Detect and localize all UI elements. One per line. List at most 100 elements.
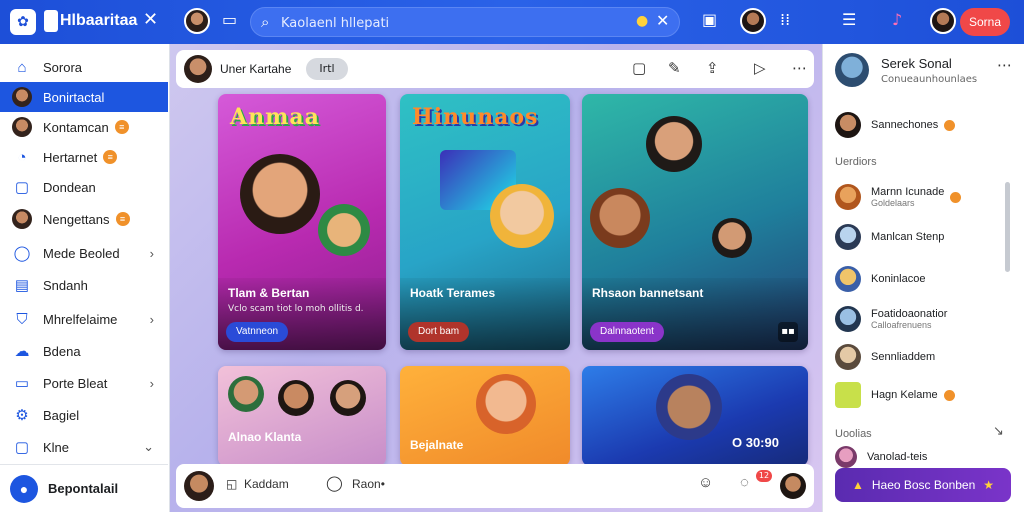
emoji-icon[interactable]: ☺ [698,474,713,491]
share-icon[interactable]: ⇪ [706,59,719,77]
card-action-button[interactable]: Dalnnaotent [590,322,664,342]
sidebar-item[interactable]: ⚙ Bagiel [0,400,168,430]
search-input[interactable] [281,12,621,34]
sidebar-item-label: Bagiel [43,407,80,423]
square-icon[interactable]: ▢ [632,59,646,77]
search-bar[interactable]: ⌕ ● ✕ [250,7,680,37]
card-timer: O 30:90 [732,435,779,450]
notification-badge: ≡ [115,212,130,226]
avatar [835,306,861,332]
composer-item[interactable]: Kaddam [244,477,289,491]
contact-item[interactable]: Vanolad-teis [835,446,1015,468]
sidebar-item-label: Nengettans [43,211,110,227]
sidebar-item[interactable]: ▢ Klne ⌄ [0,432,168,462]
character-illustration [240,154,320,234]
content-card[interactable]: O 30:90 [582,366,808,466]
avatar [12,209,32,229]
contact-item[interactable]: Foatidoaonatior Calloafrenuens [835,304,1015,334]
sidebar-item[interactable]: ▤ Sndanh [0,270,168,300]
sidebar-item[interactable]: ⛉ Mhrelfelaime › [0,304,168,334]
section-heading: Uerdiors [835,156,877,168]
sidebar-item[interactable]: Nengettans ≡ [0,204,168,234]
avatar[interactable] [780,473,806,499]
notification-badge: ≡ [103,150,118,164]
promo-button[interactable]: ▲ Haeo Bosc Bonben ★ [835,468,1011,502]
content-card[interactable]: Bejalnate [400,366,570,466]
menu-icon[interactable]: ☰ [842,10,856,29]
character-illustration [712,218,752,258]
avatar [835,53,869,87]
notification-icon[interactable]: ◌ [740,474,749,491]
sidebar-footer[interactable]: ● Bepontalail [0,464,168,512]
composer-item[interactable]: Raon• [352,477,385,491]
contact-item[interactable]: Manlcan Stenp [835,222,1015,252]
sidebar-item-label: Sndanh [43,277,88,293]
profile-header[interactable]: Serek Sonal Conueaunhounlaes ⋯ [829,50,1017,92]
collapse-icon[interactable]: ↘ [993,424,1004,439]
sidebar-item[interactable]: ☁ Bdena [0,336,168,366]
sidebar-item-label: Porte Bleat [43,375,108,391]
image-icon[interactable]: ▣ [702,10,717,29]
content-card[interactable]: Alnao Klanta [218,366,386,466]
main-feed: Uner Kartahe Irtl ▢ ✎ ⇪ ▷ ⋯ Anmaa Tlam &… [170,44,822,512]
card-action-button[interactable]: Dort bam [408,322,470,342]
sidebar-item[interactable]: ▭ Porte Bleat › [0,368,168,398]
account-avatar[interactable] [930,8,956,34]
card-subtitle: Vclo scam tiot lo moh ollitis d. [228,304,364,314]
avatar [835,112,861,138]
close-icon[interactable]: ✕ [143,9,158,30]
sidebar-item[interactable]: ▢ Dondean [0,172,168,202]
post-chip[interactable]: Irtl [306,58,348,80]
clear-icon[interactable]: ✕ [656,11,669,30]
bell-icon: ▲ [851,478,864,492]
primary-action-button[interactable]: Sorna [960,8,1010,36]
sidebar-item[interactable]: ◯ Mede Beoled › [0,238,168,268]
music-icon[interactable]: ♪ [892,10,902,29]
scrollbar[interactable] [1005,182,1010,272]
avatar [12,87,32,107]
contact-item[interactable]: Marnn Icunade Goldelaars [835,182,1015,212]
sidebar-item-active[interactable]: Bonirtactal [0,82,168,112]
more-icon[interactable]: ⋯ [997,56,1012,74]
chat-icon[interactable]: ◯ [326,474,343,492]
notification-badge: 12 [756,470,772,482]
edit-icon[interactable]: ✎ [668,59,681,77]
app-logo-icon[interactable]: ✿ [10,9,36,35]
sidebar-item-home[interactable]: ⌂ Sorora [0,52,168,82]
content-card[interactable]: Rhsaon bannetsant Dalnnaotent ▪▪ [582,94,808,350]
card-icon[interactable]: ▭ [222,10,237,29]
user-avatar[interactable] [184,8,210,34]
search-icon: ⌕ [261,13,270,31]
sidebar-item[interactable]: ◔ Hertarnet ≡ [0,142,168,172]
contact-item[interactable]: Koninlacoe [835,264,1015,294]
content-card[interactable]: Anmaa Tlam & Bertan Vclo scam tiot lo mo… [218,94,386,350]
chat-icon: ◯ [13,245,31,262]
post-author[interactable]: Uner Kartahe [220,62,291,76]
contact-item[interactable]: Sennliaddem [835,342,1015,372]
apps-grid-icon[interactable]: ⁞⁞ [780,10,790,29]
profile-subtitle: Conueaunhounlaes [881,74,978,85]
contact-item[interactable]: Sannechones [835,110,1015,140]
profile-avatar[interactable] [740,8,766,34]
character-illustration [646,116,702,172]
status-badge [944,119,956,131]
brand-name: Hlbaaritaa [60,12,138,29]
sidebar-item-label: Dondean [43,179,96,195]
sidebar-footer-label: Bepontalail [48,481,119,496]
card-action-button[interactable]: Vatnneon [226,322,289,342]
photo-icon[interactable]: ◱ [226,477,237,491]
contact-item[interactable]: Hagn Kelame [835,380,1015,410]
card-title: Hoatk Terames [410,286,496,300]
home-icon: ⌂ [17,58,27,76]
card-options-icon[interactable]: ▪▪ [778,322,798,342]
avatar[interactable] [184,471,214,501]
sidebar-item[interactable]: Kontamcan ≡ [0,112,168,142]
avatar[interactable] [184,55,212,83]
content-card[interactable]: Hinunaos Hoatk Terames Dort bam [400,94,570,350]
lock-icon: ● [636,13,649,29]
more-icon[interactable]: ⋯ [792,59,807,77]
folder-icon: ▭ [14,375,30,392]
contact-name: Marnn Icunade [871,186,945,198]
profile-icon: ● [10,474,38,503]
video-icon[interactable]: ▷ [754,59,766,77]
